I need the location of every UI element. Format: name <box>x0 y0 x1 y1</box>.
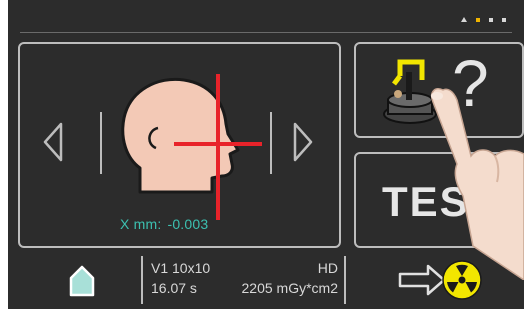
dose-value: 2205 mGy*cm2 <box>241 280 338 296</box>
position-value: -0.003 <box>167 216 209 232</box>
positioning-panel: X mm: -0.003 <box>18 42 341 248</box>
position-readout: X mm: -0.003 <box>120 216 208 232</box>
home-icon <box>69 265 95 297</box>
chevron-left-icon <box>43 122 63 162</box>
home-button[interactable] <box>68 264 96 303</box>
previous-button[interactable] <box>42 122 64 167</box>
quality-label: HD <box>317 260 338 276</box>
divider <box>270 112 272 174</box>
chevron-right-icon <box>293 122 313 162</box>
page-up-indicator <box>461 17 467 22</box>
device-screen: X mm: -0.003 ? TES V1 10x10 HD 16.07 s 2… <box>8 0 524 309</box>
next-button[interactable] <box>292 122 314 167</box>
program-label: V1 10x10 <box>151 260 211 276</box>
page-dot <box>502 17 506 22</box>
position-label: X mm: <box>120 216 162 232</box>
page-dot-active <box>476 17 480 22</box>
page-indicator <box>461 17 506 22</box>
patient-head-profile-icon[interactable] <box>112 72 262 227</box>
header-divider <box>20 32 512 33</box>
divider <box>100 112 102 174</box>
page-dot <box>489 17 493 22</box>
exposure-info: V1 10x10 HD 16.07 s 2205 mGy*cm2 <box>141 256 346 304</box>
exposure-time: 16.07 s <box>151 280 197 296</box>
pointing-hand <box>413 70 524 285</box>
